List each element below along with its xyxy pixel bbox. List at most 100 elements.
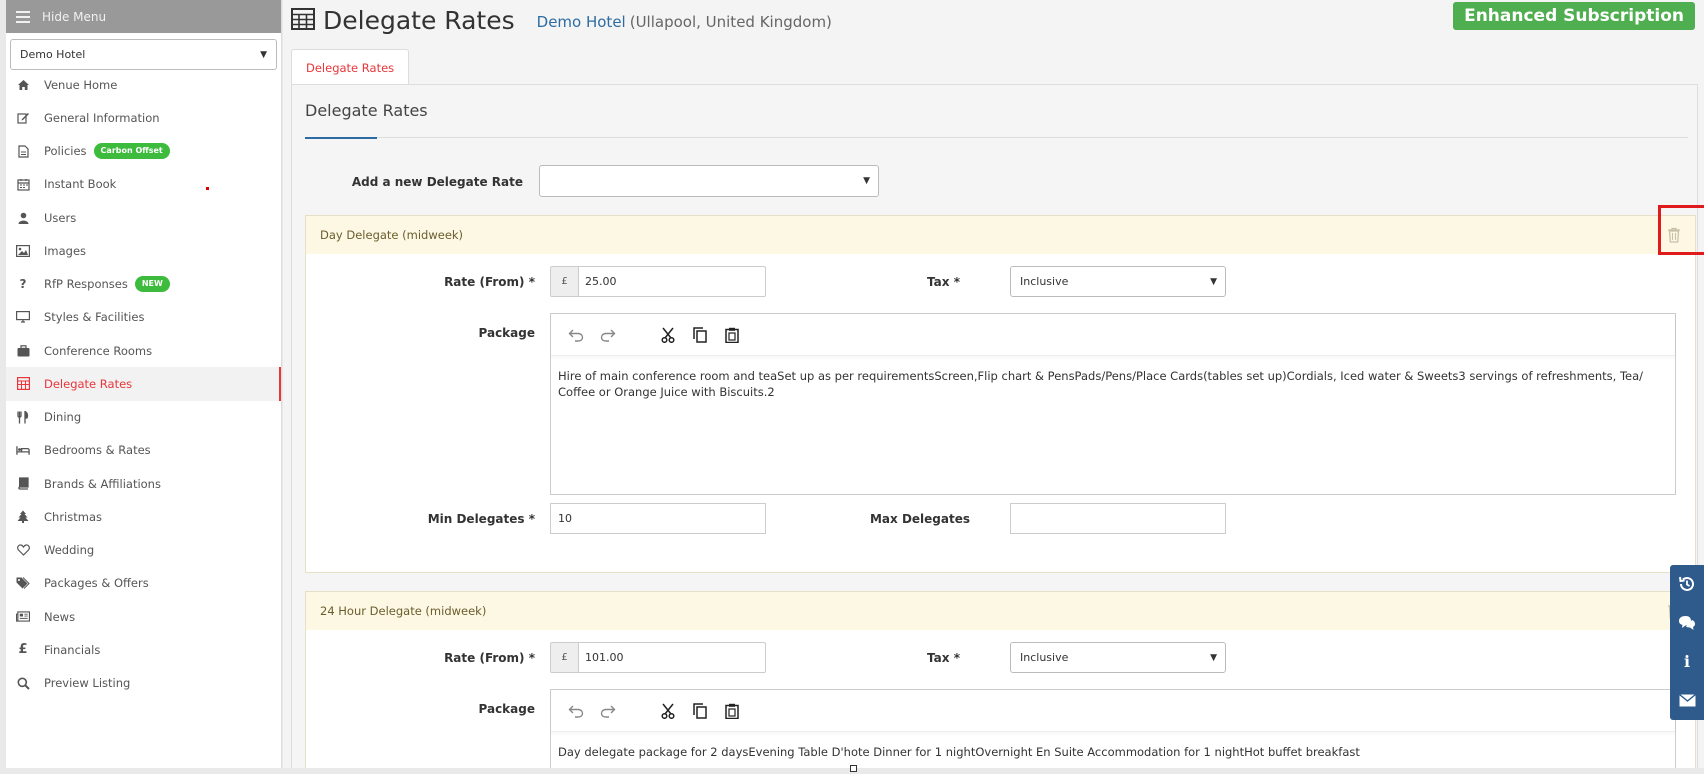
sidebar-item-label: Christmas [44, 509, 102, 524]
red-dot [206, 187, 209, 190]
sidebar-item-packages-offers[interactable]: Packages & Offers [6, 567, 281, 600]
floating-help-bar: i [1670, 565, 1704, 720]
sidebar-item-general-information[interactable]: General Information [6, 101, 281, 134]
sidebar-item-label: Styles & Facilities [44, 310, 145, 325]
enhanced-subscription-button[interactable]: Enhanced Subscription [1453, 2, 1695, 30]
highlight-box [1658, 205, 1704, 255]
sidebar-item-label: News [44, 609, 76, 624]
sidebar-item-label: Wedding [44, 543, 95, 558]
rate-label-text: Rate (From) [444, 651, 525, 665]
required-mark: * [528, 512, 535, 526]
copy-icon[interactable] [691, 702, 709, 720]
chevron-down-icon: ▼ [1210, 277, 1217, 287]
table-icon [291, 7, 315, 34]
rate-label: Rate (From) * [306, 651, 535, 665]
paste-icon[interactable] [723, 326, 741, 344]
hotel-name-link[interactable]: Demo Hotel [537, 13, 626, 31]
sidebar-item-label: Conference Rooms [44, 343, 153, 358]
panel-title: 24 Hour Delegate (midweek) [320, 604, 487, 618]
sidebar-item-label: General Information [44, 110, 160, 125]
question-icon: ? [19, 277, 27, 292]
content-panel: Delegate Rates Add a new Delegate Rate ▼… [291, 84, 1704, 774]
menu-icon [16, 10, 30, 23]
rate-value: 25.00 [585, 275, 617, 288]
sidebar-item-news[interactable]: News [6, 600, 281, 633]
sidebar-item-label: Instant Book [44, 177, 117, 192]
sidebar-item-policies[interactable]: Policies Carbon Offset [6, 135, 281, 168]
tax-label-text: Tax [927, 275, 950, 289]
sidebar-menu: Venue Home General Information Policies … [6, 68, 281, 700]
paste-icon[interactable] [723, 702, 741, 720]
sidebar-item-conference-rooms[interactable]: Conference Rooms [6, 334, 281, 367]
info-icon[interactable]: i [1678, 652, 1696, 671]
chat-icon[interactable] [1678, 614, 1696, 632]
package-editor[interactable]: Day delegate package for 2 daysEvening T… [550, 689, 1676, 774]
max-delegates-label: Max Delegates [869, 512, 970, 526]
sidebar-item-delegate-rates[interactable]: Delegate Rates [6, 367, 281, 401]
tax-value: Inclusive [1020, 275, 1069, 288]
package-editor[interactable]: Hire of main conference room and teaSet … [550, 313, 1676, 495]
briefcase-icon [16, 344, 30, 358]
tab-delegate-rates[interactable]: Delegate Rates [291, 49, 410, 85]
sidebar-item-users[interactable]: Users [6, 201, 281, 234]
page-header: Delegate Rates Demo Hotel (Ullapool, Uni… [283, 0, 1704, 40]
chevron-down-icon: ▼ [863, 176, 870, 186]
sidebar-item-instant-book[interactable]: Instant Book [6, 168, 281, 201]
min-delegates-label: Min Delegates * [306, 512, 535, 526]
undo-icon[interactable] [567, 702, 585, 720]
sidebar-item-dining[interactable]: Dining [6, 401, 281, 434]
sidebar-item-wedding[interactable]: Wedding [6, 534, 281, 567]
envelope-icon[interactable] [1678, 692, 1696, 710]
sidebar-item-label: Financials [44, 642, 101, 657]
sidebar-item-preview-listing[interactable]: Preview Listing [6, 667, 281, 700]
sidebar-item-bedrooms-rates[interactable]: Bedrooms & Rates [6, 434, 281, 467]
sidebar-item-styles-facilities[interactable]: Styles & Facilities [6, 301, 281, 334]
sidebar-item-label: Brands & Affiliations [44, 476, 161, 491]
sidebar-item-venue-home[interactable]: Venue Home [6, 68, 281, 101]
add-delegate-rate-select[interactable]: ▼ [539, 165, 879, 197]
sidebar-item-label: Users [44, 210, 77, 225]
currency-addon: £ [551, 267, 579, 296]
hide-menu-label: Hide Menu [42, 9, 107, 24]
resize-handle[interactable] [850, 765, 857, 772]
venue-select[interactable]: Demo Hotel ▼ [10, 39, 277, 70]
tab-bar: Delegate Rates [291, 49, 410, 85]
rate-value: 101.00 [585, 651, 624, 664]
tax-select[interactable]: Inclusive ▼ [1010, 266, 1226, 297]
package-label: Package [478, 326, 536, 340]
editor-toolbar [551, 690, 1675, 732]
cut-icon[interactable] [659, 702, 677, 720]
tax-select[interactable]: Inclusive ▼ [1010, 642, 1226, 673]
cut-icon[interactable] [659, 326, 677, 344]
hide-menu-button[interactable]: Hide Menu [6, 0, 281, 33]
undo-icon[interactable] [567, 326, 585, 344]
sidebar-item-brands-affiliations[interactable]: Brands & Affiliations [6, 467, 281, 500]
newspaper-icon [16, 610, 30, 624]
sidebar-item-images[interactable]: Images [6, 234, 281, 267]
sidebar-item-label: Bedrooms & Rates [44, 443, 151, 458]
sidebar-item-label: Delegate Rates [44, 376, 133, 391]
rate-input[interactable]: £ 25.00 [550, 266, 766, 297]
sidebar-item-christmas[interactable]: Christmas [6, 500, 281, 533]
tags-icon [16, 576, 30, 590]
copy-icon[interactable] [691, 326, 709, 344]
min-delegates-input[interactable]: 10 [550, 503, 766, 534]
history-icon[interactable] [1678, 575, 1696, 593]
pound-icon: £ [18, 642, 28, 658]
redo-icon[interactable] [599, 702, 617, 720]
panel-header: 24 Hour Delegate (midweek) [306, 592, 1695, 630]
document-icon [16, 144, 30, 158]
sidebar-item-label: Preview Listing [44, 676, 131, 691]
monitor-icon [16, 310, 30, 324]
sidebar-item-rfp-responses[interactable]: ? RfP Responses NEW [6, 268, 281, 301]
required-mark: * [953, 275, 960, 289]
panel-header: Day Delegate (midweek) [306, 205, 1704, 255]
book-icon [16, 477, 30, 491]
sidebar-item-financials[interactable]: £ Financials [6, 633, 281, 666]
sidebar-item-label: Images [44, 243, 87, 258]
max-delegates-input[interactable] [1010, 503, 1226, 534]
redo-icon[interactable] [599, 326, 617, 344]
rate-input[interactable]: £ 101.00 [550, 642, 766, 673]
panel-title: Day Delegate (midweek) [320, 228, 464, 242]
add-delegate-rate-label: Add a new Delegate Rate [351, 175, 523, 189]
